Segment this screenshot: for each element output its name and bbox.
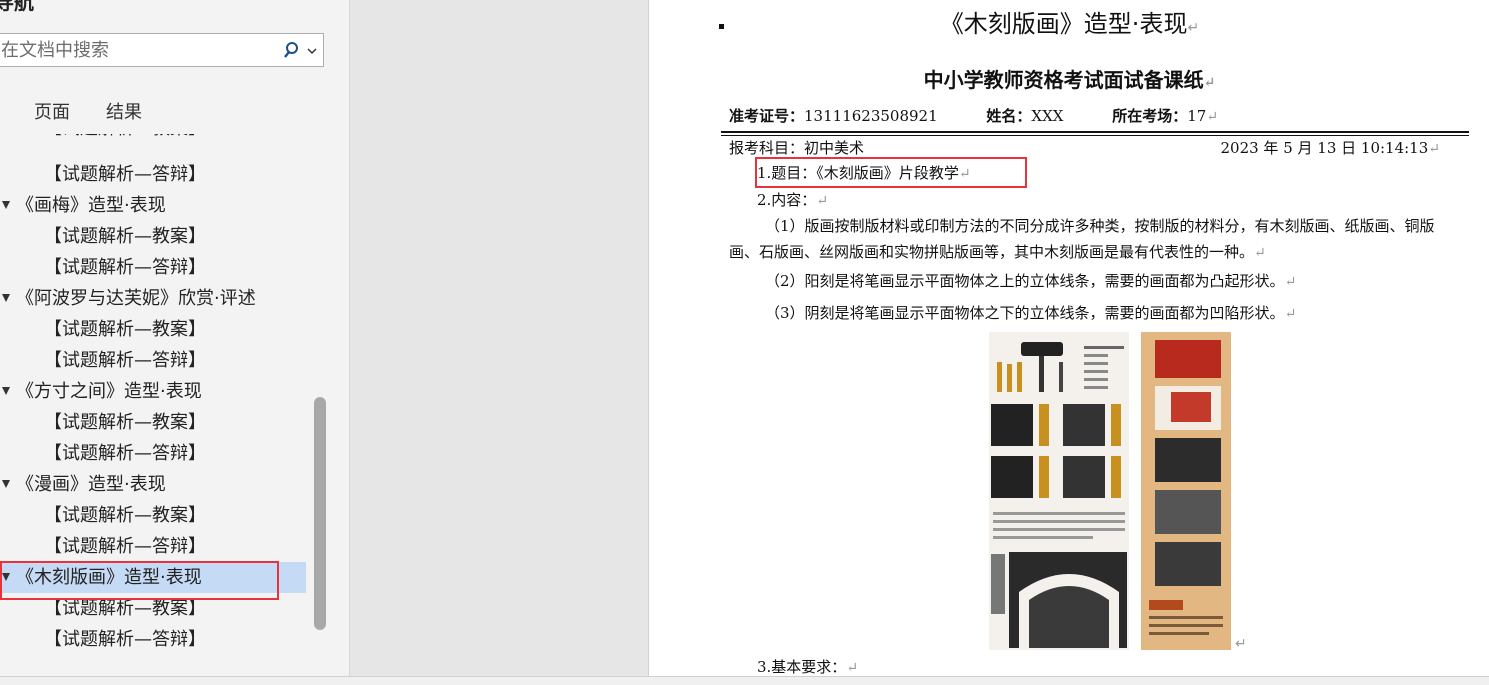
tab-pages[interactable]: 页面 bbox=[34, 98, 70, 124]
paragraph-mark-icon: ↵ bbox=[846, 660, 859, 676]
requirements-heading: 3.基本要求：↵ bbox=[757, 658, 859, 676]
nav-tabs: 页面 结果 bbox=[0, 98, 349, 126]
paragraph-mark-icon: ↵ bbox=[1254, 245, 1266, 261]
tree-item-label: 《方寸之间》造型·表现 bbox=[16, 381, 202, 402]
tree-item-label: 【试题解析—教案】 bbox=[44, 226, 206, 247]
tree-item-label: 【试题解析—答辩】 bbox=[44, 443, 206, 464]
tree-item-label: 《漫画》造型·表现 bbox=[16, 474, 166, 495]
content-label: 2.内容：↵ bbox=[757, 191, 829, 209]
content-paragraph-3: （3）阴刻是将笔画显示平面物体之下的立体线条，需要的画面都为凹陷形状。↵ bbox=[765, 304, 1297, 322]
figure-steps-panel bbox=[1141, 332, 1231, 650]
tree-item[interactable]: 《漫画》造型·表现 bbox=[0, 469, 306, 500]
caret-down-icon[interactable] bbox=[2, 294, 10, 302]
search-button[interactable] bbox=[283, 41, 319, 61]
tree-item-label: 【试题解析—教案】 bbox=[44, 319, 206, 340]
document-title: 《木刻版画》造型·表现↵ bbox=[939, 10, 1200, 38]
tree-item[interactable]: 【试题解析—答辩】 bbox=[0, 159, 306, 190]
document-margin bbox=[350, 0, 648, 676]
name-value: XXX bbox=[1031, 107, 1064, 125]
woodcut-steps-illustration bbox=[1149, 340, 1223, 635]
paragraph-mark-icon: ↵ bbox=[1284, 306, 1297, 322]
tree-item-label: 《阿波罗与达芙妮》欣赏·评述 bbox=[16, 288, 256, 309]
caret-down-icon[interactable] bbox=[2, 387, 10, 395]
tree-item[interactable]: 《画梅》造型·表现 bbox=[0, 190, 306, 221]
woodcut-figure[interactable]: ↵ bbox=[989, 332, 1247, 652]
venue-value: 17 bbox=[1187, 107, 1207, 125]
tree-item[interactable]: 《方寸之间》造型·表现 bbox=[0, 376, 306, 407]
highlight-box bbox=[755, 157, 1027, 188]
nav-scrollbar[interactable] bbox=[314, 397, 326, 630]
candidate-info-row: 准考证号：13111623508921 姓名：XXX 所在考场：17↵ bbox=[729, 105, 1218, 126]
subject-text: 报考科目：初中美术 bbox=[729, 139, 865, 157]
tree-item-label: 【试题解析—教案】 bbox=[44, 505, 206, 526]
ticket-value: 13111623508921 bbox=[804, 107, 938, 125]
nav-title: 导航 bbox=[0, 0, 34, 14]
tree-item-label: 【试题解析—答辩】 bbox=[44, 350, 206, 371]
tree-item[interactable]: 【试题解析—教案】 bbox=[0, 314, 306, 345]
caret-down-icon[interactable] bbox=[2, 201, 10, 209]
search-box[interactable] bbox=[0, 33, 324, 67]
paragraph-mark-icon: ↵ bbox=[1187, 20, 1200, 36]
double-rule-top bbox=[721, 131, 1469, 133]
search-input[interactable] bbox=[0, 34, 281, 66]
document-subtitle: 中小学教师资格考试面试备课纸↵ bbox=[923, 68, 1216, 92]
tree-item-label: 【试题解析—教案】 bbox=[44, 134, 206, 144]
tree-item[interactable]: 【试题解析—教案】 bbox=[0, 221, 306, 252]
tree-item-label: 【试题解析—答辩】 bbox=[44, 164, 206, 185]
paragraph-mark-icon: ↵ bbox=[1284, 274, 1297, 290]
paragraph-mark-icon: ↵ bbox=[1428, 141, 1440, 157]
paragraph-mark-icon: ↵ bbox=[816, 193, 829, 209]
chevron-down-icon bbox=[307, 48, 317, 55]
paragraph-mark-icon: ↵ bbox=[1203, 75, 1216, 91]
caret-down-icon[interactable] bbox=[2, 480, 10, 488]
highlight-box bbox=[0, 561, 279, 600]
woodcut-tools-illustration bbox=[991, 342, 1127, 648]
tree-item[interactable]: 【试题解析—教案】 bbox=[0, 407, 306, 438]
tree-item-label: 【试题解析—答辩】 bbox=[44, 536, 206, 557]
tree-item[interactable]: 【试题解析—答辩】 bbox=[0, 624, 306, 655]
tree-item[interactable]: 【试题解析—教案】 bbox=[0, 134, 306, 144]
paragraph-mark-icon: ↵ bbox=[1206, 109, 1219, 125]
tree-item[interactable]: 【试题解析—答辩】 bbox=[0, 252, 306, 283]
tree-item[interactable]: 【试题解析—答辩】 bbox=[0, 345, 306, 376]
paragraph-mark-icon: ↵ bbox=[1235, 636, 1247, 652]
tree-item[interactable]: 《阿波罗与达芙妮》欣赏·评述 bbox=[0, 283, 306, 314]
document-page[interactable]: 《木刻版画》造型·表现↵ 中小学教师资格考试面试备课纸↵ 准考证号：131116… bbox=[648, 0, 1489, 684]
tree-item[interactable]: 【试题解析—答辩】 bbox=[0, 531, 306, 562]
ticket-label: 准考证号： bbox=[729, 107, 805, 125]
figure-tools-panel bbox=[989, 332, 1129, 650]
content-paragraph-2: （2）阳刻是将笔画显示平面物体之上的立体线条，需要的画面都为凸起形状。↵ bbox=[765, 272, 1297, 290]
navigation-pane: 导航 页面 结果 【试题解析—教案】 【试题解析—答辩】 《画梅》造型·表现 【… bbox=[0, 0, 349, 676]
name-label: 姓名： bbox=[986, 107, 1032, 125]
tab-results[interactable]: 结果 bbox=[106, 98, 142, 124]
tree-item[interactable]: 【试题解析—教案】 bbox=[0, 500, 306, 531]
double-rule-bottom bbox=[721, 135, 1469, 136]
tree-item-label: 【试题解析—教案】 bbox=[44, 412, 206, 433]
venue-label: 所在考场： bbox=[1112, 107, 1188, 125]
tree-item-label: 《画梅》造型·表现 bbox=[16, 195, 166, 216]
datetime-text: 2023 年 5 月 13 日 10:14:13↵ bbox=[1220, 139, 1440, 157]
tree-item[interactable]: 【试题解析—答辩】 bbox=[0, 438, 306, 469]
content-paragraph-1: （1）版画按制版材料或印制方法的不同分成许多种类，按制版的材料分，有木刻版画、纸… bbox=[729, 217, 1435, 261]
tree-item-label: 【试题解析—答辩】 bbox=[44, 257, 206, 278]
tree-item-label: 【试题解析—答辩】 bbox=[44, 629, 206, 650]
